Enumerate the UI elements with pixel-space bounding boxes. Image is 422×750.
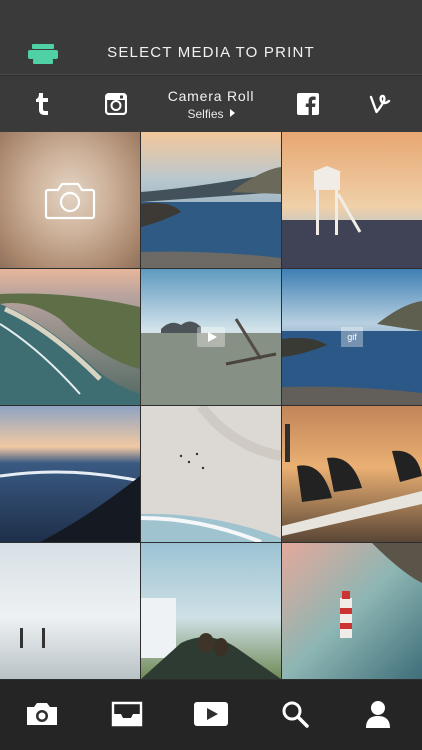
tab-inbox[interactable] xyxy=(107,694,147,734)
media-thumbnail[interactable] xyxy=(0,269,140,405)
source-tumblr[interactable] xyxy=(24,76,60,132)
source-facebook[interactable] xyxy=(288,76,328,132)
album-source-label: Camera Roll xyxy=(167,88,255,104)
media-thumbnail[interactable] xyxy=(282,406,422,542)
user-icon xyxy=(366,701,390,728)
gif-badge: gif xyxy=(341,327,363,347)
gif-tile[interactable]: gif xyxy=(282,269,422,405)
media-thumbnail[interactable] xyxy=(282,132,422,268)
source-instagram[interactable] xyxy=(96,76,136,132)
tab-search[interactable] xyxy=(275,694,315,734)
album-name-label: Selfies xyxy=(187,107,224,121)
media-thumbnail[interactable] xyxy=(141,406,281,542)
tab-bar xyxy=(0,680,422,750)
inbox-icon xyxy=(111,701,143,727)
facebook-icon xyxy=(297,93,319,115)
tab-video[interactable] xyxy=(191,694,231,734)
page-title: SELECT MEDIA TO PRINT xyxy=(107,44,315,61)
search-icon xyxy=(282,701,309,728)
camera-icon xyxy=(27,703,57,725)
play-icon xyxy=(197,327,225,347)
vine-icon xyxy=(369,94,391,114)
play-icon xyxy=(194,702,228,726)
video-tile[interactable] xyxy=(141,269,281,405)
instagram-icon xyxy=(105,93,127,115)
tab-camera[interactable] xyxy=(22,694,62,734)
tab-profile[interactable] xyxy=(358,694,398,734)
media-thumbnail[interactable] xyxy=(141,543,281,679)
source-vine[interactable] xyxy=(360,76,400,132)
media-thumbnail[interactable] xyxy=(0,406,140,542)
media-thumbnail[interactable] xyxy=(141,132,281,268)
camera-icon xyxy=(44,182,96,220)
chevron-right-icon xyxy=(229,109,235,117)
media-grid: gif xyxy=(0,132,422,750)
album-name: Selfies xyxy=(150,107,272,121)
media-thumbnail[interactable] xyxy=(0,543,140,679)
source-bar: Camera Roll Selfies xyxy=(0,76,422,132)
media-thumbnail[interactable] xyxy=(282,543,422,679)
camera-tile[interactable] xyxy=(0,132,140,268)
tumblr-icon xyxy=(36,93,48,115)
header-bar: SELECT MEDIA TO PRINT xyxy=(0,0,422,75)
album-selector[interactable]: Camera Roll Selfies xyxy=(150,88,272,121)
